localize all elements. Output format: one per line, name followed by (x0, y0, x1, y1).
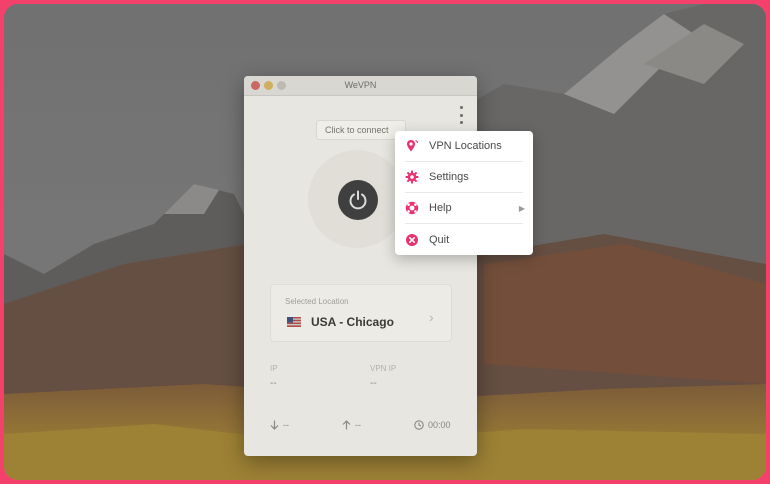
lifebuoy-icon (405, 201, 419, 215)
stat-ip-value: -- (270, 378, 277, 389)
timer-stat: 00:00 (414, 420, 451, 430)
us-flag-icon (287, 317, 301, 327)
menu-item-help[interactable]: Help ▶ (405, 193, 525, 224)
close-circle-icon (405, 233, 419, 247)
upload-stat: -- (342, 420, 361, 430)
selected-location-name: USA - Chicago (311, 315, 394, 329)
timer-value: 00:00 (428, 420, 451, 430)
clock-icon (414, 420, 424, 430)
download-stat: -- (270, 420, 289, 430)
title-bar: WeVPN (244, 76, 477, 96)
window-title: WeVPN (344, 80, 377, 90)
selected-location-card[interactable]: Selected Location USA - Chicago › (270, 284, 452, 342)
chevron-right-icon: › (429, 309, 434, 325)
connect-tooltip: Click to connect (316, 120, 406, 140)
menu-item-quit[interactable]: Quit (405, 224, 523, 255)
upload-value: -- (355, 420, 361, 430)
menu-item-label: Help (429, 202, 452, 214)
menu-item-settings[interactable]: Settings (405, 162, 523, 193)
gear-icon (405, 170, 419, 184)
download-value: -- (283, 420, 289, 430)
location-pin-icon (405, 139, 419, 153)
stat-vpn-ip-value: -- (370, 378, 377, 389)
arrow-down-icon (270, 420, 279, 430)
power-button[interactable] (338, 180, 378, 220)
menu-item-label: Settings (429, 171, 469, 183)
power-icon (349, 190, 367, 210)
more-options-icon[interactable] (458, 106, 464, 124)
stat-ip-label: IP (270, 364, 278, 373)
stat-vpn-ip-label: VPN IP (370, 364, 397, 373)
submenu-arrow-icon: ▶ (518, 203, 525, 213)
menu-item-label: VPN Locations (429, 140, 502, 152)
context-menu: VPN Locations Settings Help ▶ Quit (395, 131, 533, 255)
menu-item-vpn-locations[interactable]: VPN Locations (405, 131, 523, 162)
arrow-up-icon (342, 420, 351, 430)
menu-item-label: Quit (429, 233, 450, 246)
selected-location-label: Selected Location (285, 297, 349, 306)
